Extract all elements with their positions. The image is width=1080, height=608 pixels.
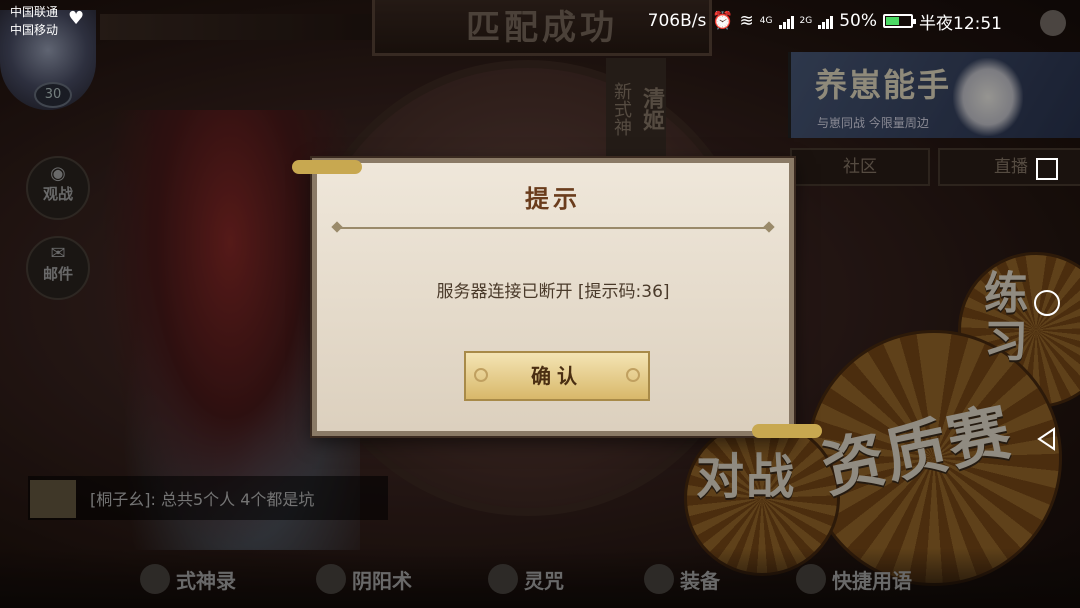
seal-icon [316, 564, 346, 594]
live-tab-label: 直播 [994, 157, 1028, 177]
carrier-primary: 中国联通 [10, 5, 59, 19]
status-bar: 中国联通 中国移动 ♥ 706B/s ⏰ ≋ 4G 2G 50% 半夜12:51 [0, 0, 1080, 44]
new-shikigami-name: 清姬 [636, 58, 666, 160]
battle-mode-label: 对战 [696, 449, 797, 505]
crossed-swords-icon [488, 564, 518, 594]
nav-equipment-label: 装备 [680, 568, 720, 593]
back-triangle-icon [1037, 427, 1055, 451]
community-tab[interactable]: 社区 [790, 148, 930, 186]
bottom-nav: 式神录 阴阳术 灵咒 装备 快捷用语 [0, 548, 1080, 608]
armor-icon [644, 564, 674, 594]
mail-button[interactable]: ✉ 邮件 [26, 236, 90, 300]
confirm-button-label: 确认 [531, 364, 583, 388]
nav-quick-phrases-label: 快捷用语 [832, 568, 912, 593]
battery-icon [883, 14, 916, 28]
signal-bars-icon [778, 13, 794, 29]
nav-onmyoji-skills[interactable]: 阴阳术 [316, 562, 412, 596]
button-knob-icon [474, 368, 488, 382]
ad-title: 养崽能手 [815, 66, 952, 104]
nav-quick-phrases[interactable]: 快捷用语 [796, 562, 912, 596]
ad-character-image [953, 58, 1023, 136]
mask-icon [140, 564, 170, 594]
cloud-ornament-icon [292, 160, 362, 174]
battery-level-fill [886, 17, 899, 25]
mail-button-label: 邮件 [42, 265, 73, 283]
home-button[interactable] [1030, 286, 1064, 320]
square-icon [1036, 158, 1058, 180]
player-level-badge: 30 [34, 82, 72, 108]
cloud-ornament-icon [752, 424, 822, 438]
dialog-title: 提示 [525, 185, 581, 213]
network-2g: 2G [799, 16, 813, 26]
brush-icon [796, 564, 826, 594]
health-heart-icon: ♥ [68, 8, 85, 29]
nav-shikigami-record-label: 式神录 [176, 568, 236, 593]
wifi-icon: ≋ [739, 11, 754, 31]
nav-onmyoji-skills-label: 阴阳术 [352, 568, 412, 593]
new-shikigami-label: 新式神 [606, 58, 636, 160]
event-ad-banner[interactable]: 养崽能手 与崽同战 今限量周边 [788, 52, 1080, 138]
watch-button-label: 观战 [42, 185, 73, 203]
envelope-icon: ✉ [50, 243, 66, 264]
circle-icon [1034, 290, 1060, 316]
recent-apps-button[interactable] [1030, 152, 1064, 186]
chat-bar[interactable]: [桐子幺]: 总共5个人 4个都是坑 [28, 476, 388, 520]
button-knob-icon [626, 368, 640, 382]
nav-spell[interactable]: 灵咒 [488, 562, 564, 596]
battery-percent: 50% [839, 11, 877, 31]
clock: 半夜12:51 [919, 13, 1002, 34]
carrier-secondary: 中国移动 [10, 23, 59, 37]
back-button[interactable] [1030, 422, 1064, 456]
nav-shikigami-record[interactable]: 式神录 [140, 562, 236, 596]
alarm-icon: ⏰ [712, 11, 734, 31]
chat-avatar-icon [30, 480, 76, 518]
game-screen: 30 匹配成功 新式神 清姬 ◉ 观战 ✉ 邮件 养崽能手 与崽同战 今限量周边… [0, 0, 1080, 608]
dialog-divider [335, 227, 771, 229]
network-4g: 4G [759, 16, 773, 26]
ad-subtitle: 与崽同战 今限量周边 [817, 116, 929, 130]
chat-message: [桐子幺]: 总共5个人 4个都是坑 [90, 490, 315, 509]
community-tab-label: 社区 [843, 157, 877, 177]
watch-button[interactable]: ◉ 观战 [26, 156, 90, 220]
dialog-message: 服务器连接已断开 [提示码:36] [436, 282, 670, 302]
eye-icon: ◉ [50, 163, 66, 184]
server-disconnect-dialog: 提示 服务器连接已断开 [提示码:36] 确认 [312, 158, 794, 436]
nav-spell-label: 灵咒 [524, 568, 564, 593]
nav-equipment[interactable]: 装备 [644, 562, 720, 596]
signal-bars-icon [818, 13, 834, 29]
confirm-button[interactable]: 确认 [464, 351, 650, 401]
network-speed: 706B/s [647, 11, 707, 31]
settings-gear-icon[interactable] [1040, 10, 1066, 36]
